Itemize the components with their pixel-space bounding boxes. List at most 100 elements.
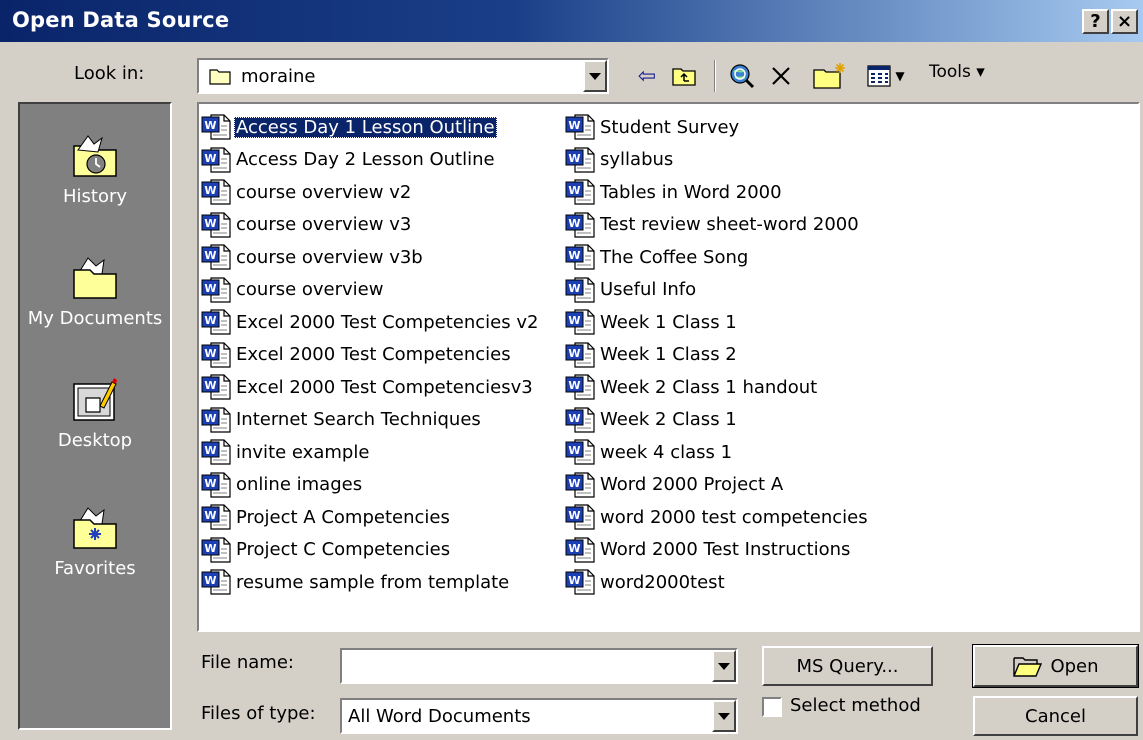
file-item[interactable]: W Excel 2000 Test Competencies v2 — [201, 306, 540, 339]
up-one-level-button[interactable] — [666, 58, 702, 94]
svg-text:W: W — [204, 314, 216, 327]
file-name-dropdown-button[interactable] — [712, 650, 736, 682]
create-new-folder-button[interactable] — [808, 58, 852, 94]
file-name: course overview v3 — [236, 214, 412, 236]
select-method-checkbox[interactable] — [762, 697, 782, 717]
word-document-icon: W — [565, 212, 595, 238]
views-dropdown-icon: ▼ — [895, 69, 905, 83]
file-name: Excel 2000 Test Competencies v2 — [236, 311, 539, 333]
open-button[interactable]: Open — [972, 644, 1139, 688]
file-item[interactable]: Winvite example — [201, 436, 540, 469]
file-name-combo[interactable] — [340, 648, 738, 684]
place-history[interactable]: History — [20, 132, 170, 207]
svg-text:W: W — [568, 184, 580, 197]
places-bar: History My Documents Desktop Favorites — [18, 102, 172, 730]
file-name: Internet Search Techniques — [236, 409, 481, 431]
file-name: Excel 2000 Test Competencies — [236, 344, 511, 366]
back-arrow-icon: ⇦ — [637, 63, 657, 89]
file-name: course overview — [236, 279, 384, 301]
file-item[interactable]: W Excel 2000 Test Competenciesv3 — [201, 371, 540, 404]
svg-text:W: W — [204, 119, 216, 132]
file-item[interactable]: W Week 1 Class 2 — [565, 339, 870, 372]
word-document-icon: W — [565, 309, 595, 335]
file-name: Project C Competencies — [236, 539, 451, 561]
place-desktop[interactable]: Desktop — [20, 376, 170, 451]
file-name: Test review sheet-word 2000 — [600, 214, 859, 236]
svg-text:W: W — [204, 542, 216, 555]
look-in-dropdown-button[interactable] — [583, 60, 607, 92]
svg-text:W: W — [568, 282, 580, 295]
file-item[interactable]: Wword 2000 test competencies — [565, 501, 870, 534]
tools-menu[interactable]: Tools ▾ — [929, 62, 985, 82]
place-label-desktop: Desktop — [57, 430, 133, 451]
svg-text:W: W — [568, 119, 580, 132]
word-document-icon: W — [565, 504, 595, 530]
word-document-icon: W — [201, 342, 231, 368]
look-in-combo[interactable]: moraine — [197, 58, 609, 94]
file-list[interactable]: W Access Day 1 Lesson Outline W Access Day … — [197, 102, 1140, 632]
ms-query-button[interactable]: MS Query... — [762, 646, 933, 686]
open-button-label: Open — [1050, 655, 1099, 677]
file-item[interactable]: Wsyllabus — [565, 144, 870, 177]
files-of-type-label: Files of type: — [201, 703, 316, 724]
search-web-button[interactable] — [724, 58, 760, 94]
help-button[interactable]: ? — [1082, 9, 1109, 34]
search-web-icon — [730, 64, 755, 89]
file-item[interactable]: W Internet Search Techniques — [201, 404, 540, 437]
word-document-icon: W — [565, 277, 595, 303]
file-item[interactable]: Wword2000test — [565, 566, 870, 599]
file-item[interactable]: W Access Day 2 Lesson Outline — [201, 144, 540, 177]
word-document-icon: W — [565, 179, 595, 205]
file-name: Access Day 2 Lesson Outline — [236, 149, 495, 171]
file-item[interactable]: W The Coffee Song — [565, 241, 870, 274]
file-item[interactable]: W Project A Competencies — [201, 501, 540, 534]
file-item[interactable]: W Student Survey — [565, 111, 870, 144]
file-item[interactable]: W Project C Competencies — [201, 534, 540, 567]
word-document-icon: W — [201, 472, 231, 498]
svg-text:W: W — [204, 249, 216, 262]
file-item[interactable]: Wcourse overview v3 — [201, 209, 540, 242]
word-document-icon: W — [201, 244, 231, 270]
word-document-icon: W — [565, 569, 595, 595]
title-bar[interactable]: Open Data Source ? × — [0, 0, 1143, 42]
file-item[interactable]: W Week 2 Class 1 — [565, 404, 870, 437]
place-my-documents[interactable]: My Documents — [20, 254, 170, 329]
place-favorites[interactable]: Favorites — [20, 504, 170, 579]
up-folder-icon — [672, 68, 696, 86]
file-name: Project A Competencies — [236, 506, 450, 528]
file-list-column-1: W Access Day 1 Lesson Outline W Access Day … — [201, 111, 540, 599]
files-of-type-combo[interactable]: All Word Documents — [340, 698, 738, 734]
file-item[interactable]: W Tables in Word 2000 — [565, 176, 870, 209]
file-item[interactable]: W Excel 2000 Test Competencies — [201, 339, 540, 372]
file-item[interactable]: Wcourse overview v2 — [201, 176, 540, 209]
file-item[interactable]: W Test review sheet-word 2000 — [565, 209, 870, 242]
file-list-column-2: W Student Survey Wsyllabus W Tables in Word … — [565, 111, 870, 599]
file-item[interactable]: Wweek 4 class 1 — [565, 436, 870, 469]
file-name: Useful Info — [600, 279, 697, 301]
window-title: Open Data Source — [12, 8, 230, 32]
file-item[interactable]: W Week 2 Class 1 handout — [565, 371, 870, 404]
views-button[interactable]: ▼ — [862, 58, 910, 94]
file-item[interactable]: Wcourse overview v3b — [201, 241, 540, 274]
close-button[interactable]: × — [1111, 9, 1138, 34]
delete-button[interactable] — [766, 58, 796, 94]
file-name: course overview v2 — [236, 181, 412, 203]
file-item[interactable]: Wresume sample from template — [201, 566, 540, 599]
files-of-type-dropdown-button[interactable] — [712, 700, 736, 732]
look-in-label: Look in: — [74, 63, 145, 84]
file-item[interactable]: W Access Day 1 Lesson Outline — [201, 111, 540, 144]
cancel-button[interactable]: Cancel — [973, 696, 1138, 736]
file-item[interactable]: W Word 2000 Project A — [565, 469, 870, 502]
back-button[interactable]: ⇦ — [630, 58, 664, 94]
file-item[interactable]: W Useful Info — [565, 274, 870, 307]
file-name: The Coffee Song — [600, 246, 749, 268]
file-item[interactable]: W Word 2000 Test Instructions — [565, 534, 870, 567]
svg-text:W: W — [204, 412, 216, 425]
my-documents-icon — [73, 257, 117, 299]
file-item[interactable]: Wonline images — [201, 469, 540, 502]
file-name: course overview v3b — [236, 246, 423, 268]
file-item[interactable]: Wcourse overview — [201, 274, 540, 307]
file-name: invite example — [236, 441, 370, 463]
svg-text:W: W — [204, 379, 216, 392]
file-item[interactable]: W Week 1 Class 1 — [565, 306, 870, 339]
